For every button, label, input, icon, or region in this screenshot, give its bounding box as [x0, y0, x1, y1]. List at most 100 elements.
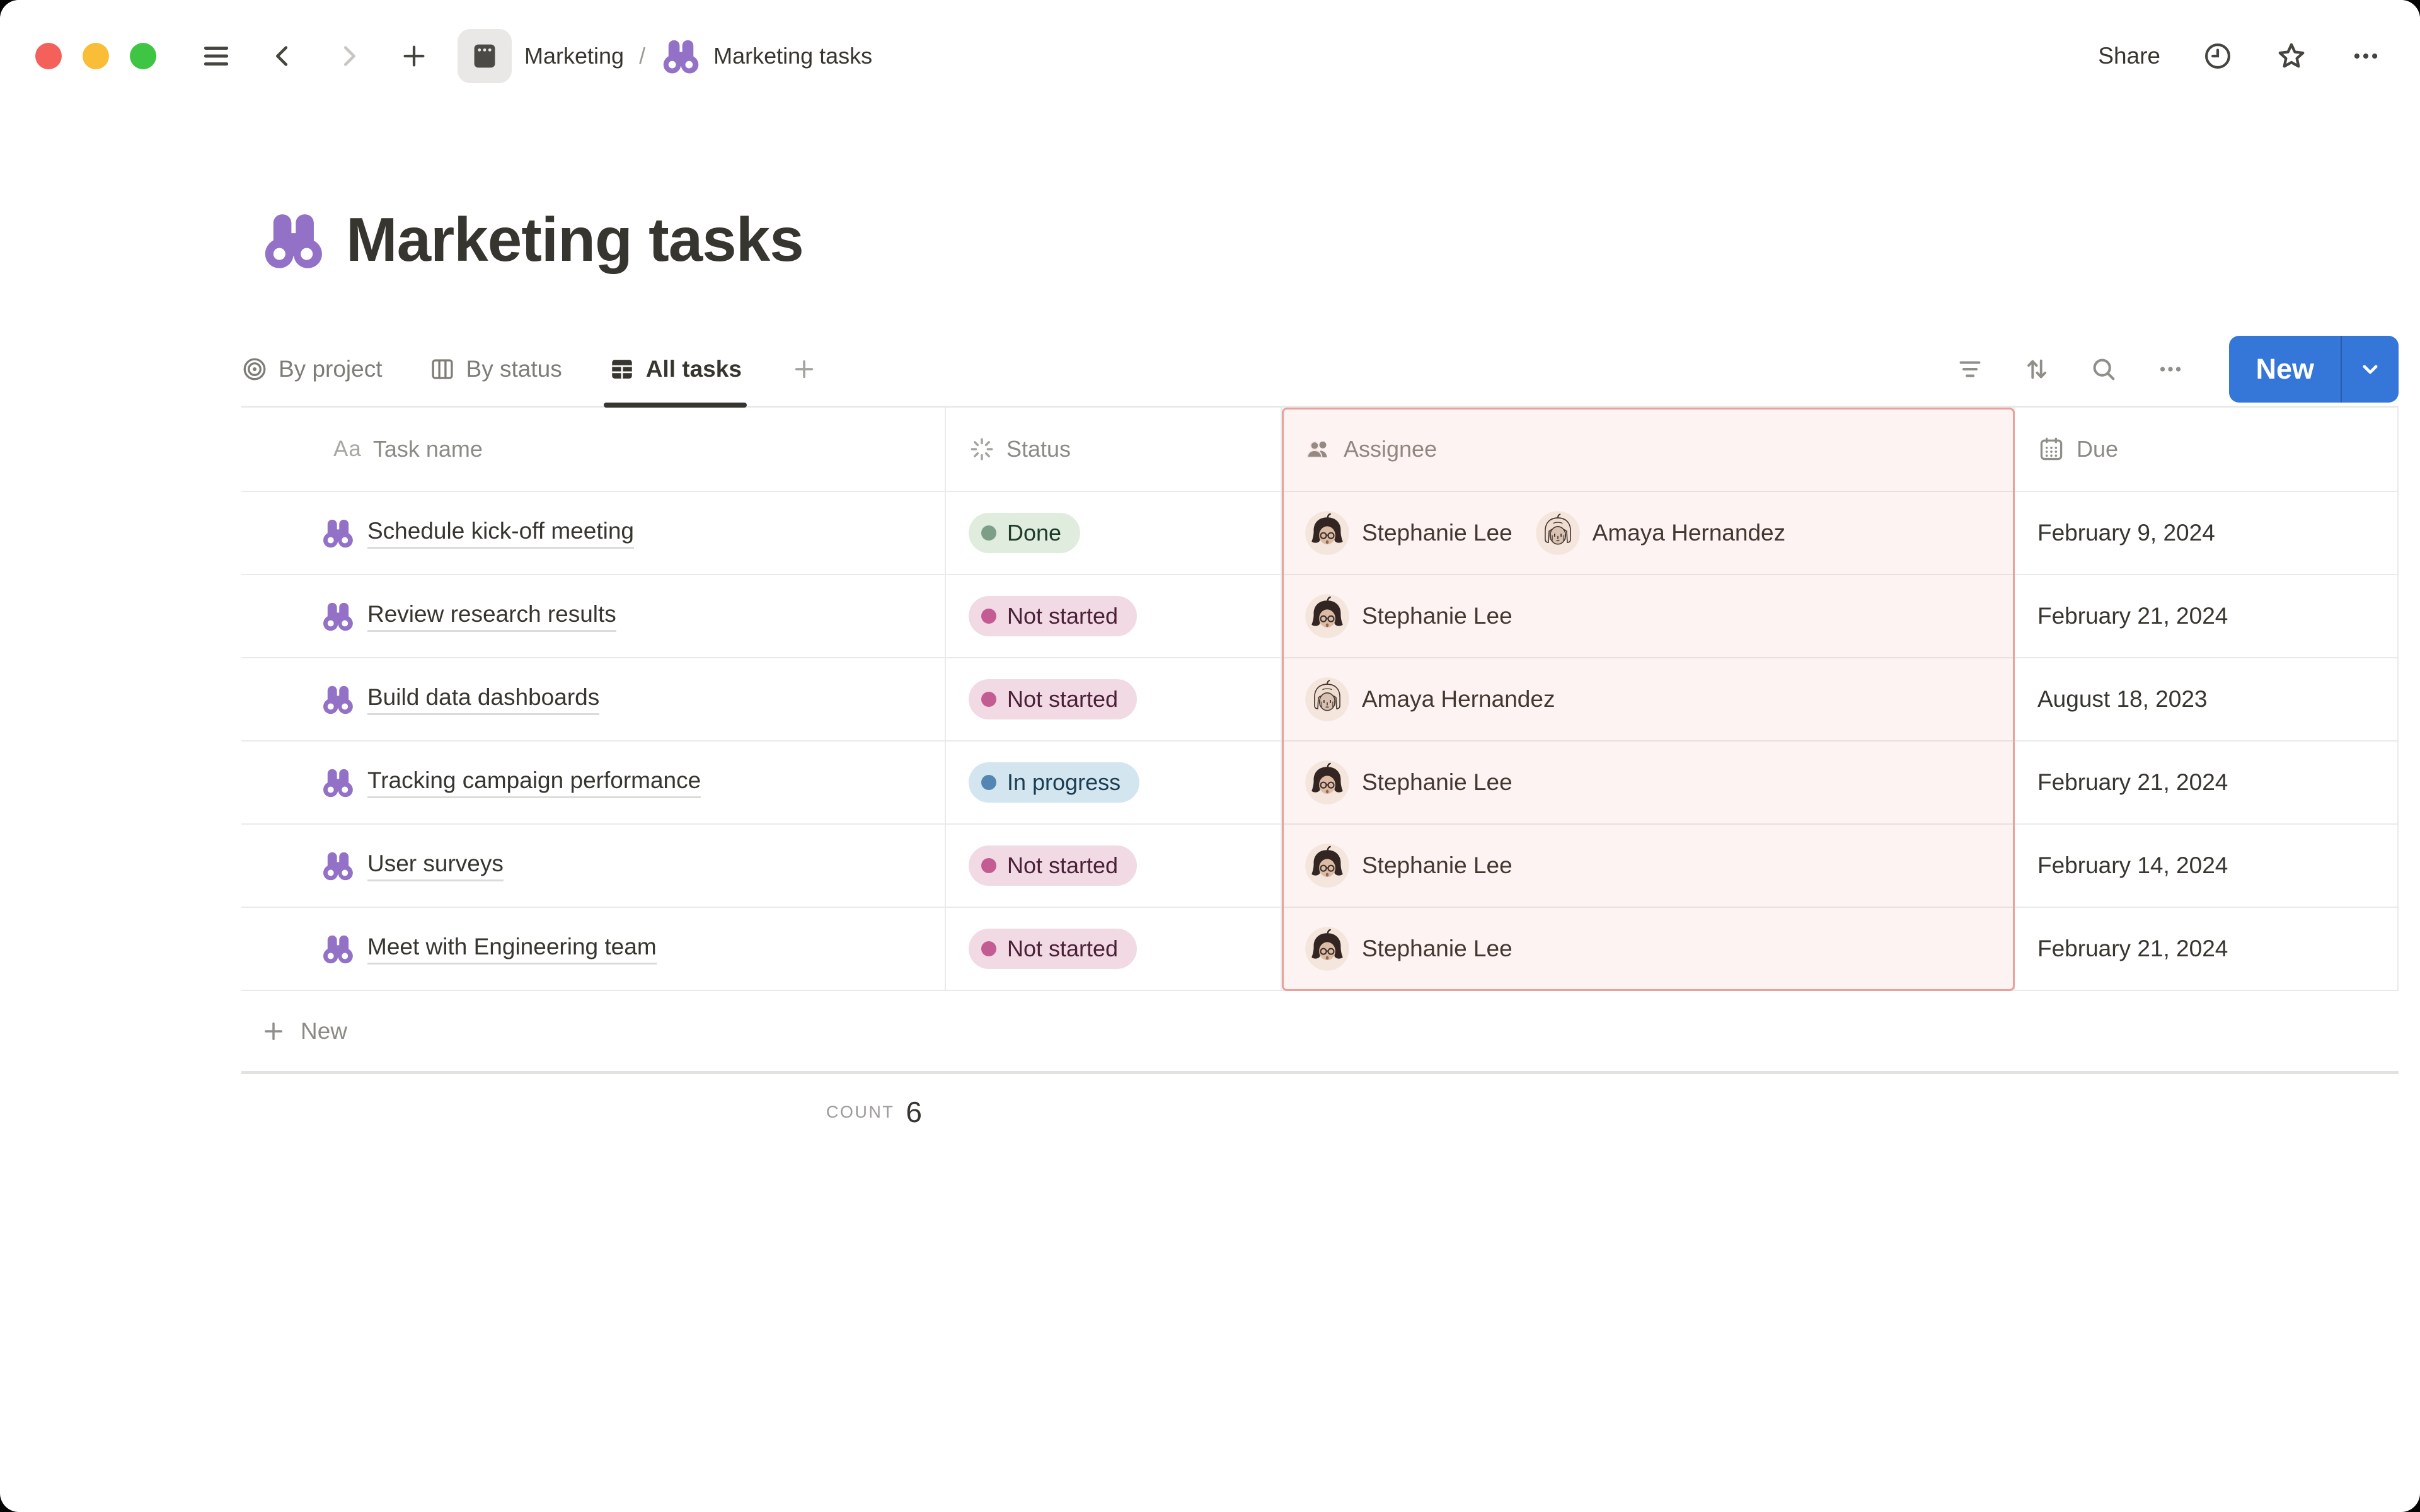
assignee-cell[interactable]: Stephanie Lee: [1282, 825, 2015, 907]
task-title[interactable]: User surveys: [367, 850, 504, 881]
search-icon[interactable]: [2089, 355, 2118, 384]
new-button-dropdown[interactable]: [2341, 336, 2399, 403]
updates-clock-icon[interactable]: [2202, 40, 2233, 72]
table-row[interactable]: Review research results Not started Step…: [241, 575, 2399, 658]
table-row[interactable]: Build data dashboards Not started Amaya …: [241, 658, 2399, 742]
column-label: Status: [1006, 436, 1071, 462]
status-badge: Not started: [969, 679, 1137, 719]
due-date-cell[interactable]: February 14, 2024: [2015, 825, 2399, 907]
table-row[interactable]: Tracking campaign performance In progres…: [241, 742, 2399, 825]
status-dot: [981, 609, 996, 624]
avatar-stephanie-lee: [1305, 510, 1350, 556]
task-name-cell[interactable]: Meet with Engineering team: [241, 908, 946, 990]
table-row[interactable]: User surveys Not started Stephanie Lee F…: [241, 825, 2399, 908]
plus-icon: [791, 356, 817, 382]
tab-label: By project: [279, 356, 383, 382]
sort-icon[interactable]: [2022, 355, 2051, 384]
due-date: August 18, 2023: [2037, 686, 2208, 713]
task-title[interactable]: Tracking campaign performance: [367, 767, 701, 798]
task-name-cell[interactable]: Build data dashboards: [241, 658, 946, 740]
task-name-cell[interactable]: Tracking campaign performance: [241, 742, 946, 823]
marketing-teamspace-icon[interactable]: [458, 29, 512, 83]
column-header-task-name[interactable]: Aa Task name: [241, 408, 946, 491]
breadcrumb: Marketing / Marketing tasks: [458, 29, 872, 83]
due-date: February 21, 2024: [2037, 769, 2228, 796]
task-title[interactable]: Review research results: [367, 601, 616, 632]
column-header-status[interactable]: Status: [946, 408, 1282, 491]
due-date-cell[interactable]: February 9, 2024: [2015, 492, 2399, 574]
breadcrumb-page[interactable]: Marketing tasks: [713, 43, 872, 69]
view-more-options-icon[interactable]: [2156, 355, 2185, 384]
nav-controls: [200, 40, 429, 72]
close-window-button[interactable]: [35, 43, 62, 69]
due-date-cell[interactable]: February 21, 2024: [2015, 575, 2399, 657]
assignee-cell[interactable]: Stephanie Lee: [1282, 742, 2015, 823]
page-title-text[interactable]: Marketing tasks: [346, 204, 804, 275]
status-badge: Not started: [969, 596, 1137, 636]
status-cell[interactable]: Not started: [946, 908, 1282, 990]
favorite-star-icon[interactable]: [2275, 40, 2308, 72]
table-row[interactable]: Meet with Engineering team Not started S…: [241, 908, 2399, 991]
due-date: February 21, 2024: [2037, 936, 2228, 962]
column-label: Due: [2077, 436, 2118, 462]
chevron-down-icon: [2358, 357, 2383, 382]
view-actions: New: [1956, 336, 2399, 403]
new-page-icon[interactable]: [400, 42, 429, 71]
new-button[interactable]: New: [2229, 336, 2341, 403]
table-icon: [609, 356, 635, 382]
count-value[interactable]: 6: [906, 1095, 922, 1129]
assignee-cell[interactable]: Stephanie Lee: [1282, 908, 2015, 990]
binoculars-icon: [321, 849, 355, 883]
tab-by-project[interactable]: By project: [241, 332, 383, 406]
task-title[interactable]: Build data dashboards: [367, 684, 599, 715]
status-cell[interactable]: Not started: [946, 658, 1282, 740]
breadcrumb-teamspace[interactable]: Marketing: [524, 43, 624, 69]
assignee-cell[interactable]: Amaya Hernandez: [1282, 658, 2015, 740]
new-row-button[interactable]: New: [241, 991, 2399, 1074]
back-icon[interactable]: [268, 42, 297, 71]
column-header-assignee[interactable]: Assignee: [1282, 408, 2015, 491]
due-date-cell[interactable]: August 18, 2023: [2015, 658, 2399, 740]
zoom-window-button[interactable]: [130, 43, 156, 69]
binoculars-icon: [321, 599, 355, 633]
task-title[interactable]: Schedule kick-off meeting: [367, 518, 634, 549]
share-button[interactable]: Share: [2098, 43, 2160, 69]
minimize-window-button[interactable]: [83, 43, 109, 69]
tab-all-tasks[interactable]: All tasks: [609, 332, 742, 406]
status-cell[interactable]: Not started: [946, 575, 1282, 657]
status-badge: Not started: [969, 929, 1137, 969]
task-name-cell[interactable]: Schedule kick-off meeting: [241, 492, 946, 574]
target-icon: [241, 356, 268, 382]
due-date-cell[interactable]: February 21, 2024: [2015, 742, 2399, 823]
assignee-name: Stephanie Lee: [1362, 936, 1512, 962]
table-header-row: Aa Task name Status Assignee Due: [241, 408, 2399, 492]
page-binoculars-icon[interactable]: [260, 207, 326, 273]
task-title[interactable]: Meet with Engineering team: [367, 934, 657, 965]
due-date-cell[interactable]: February 21, 2024: [2015, 908, 2399, 990]
task-name-cell[interactable]: User surveys: [241, 825, 946, 907]
status-dot: [981, 775, 996, 790]
more-options-icon[interactable]: [2349, 40, 2382, 72]
table-row[interactable]: Schedule kick-off meeting Done Stephanie…: [241, 492, 2399, 575]
tab-label: All tasks: [646, 356, 742, 382]
assignee-name: Amaya Hernandez: [1593, 520, 1785, 546]
add-view-button[interactable]: [791, 332, 817, 406]
status-dot: [981, 692, 996, 707]
forward-icon[interactable]: [334, 42, 363, 71]
task-name-cell[interactable]: Review research results: [241, 575, 946, 657]
view-tabs: By project By status All tasks: [241, 332, 817, 406]
tab-by-status[interactable]: By status: [429, 332, 562, 406]
assignee-chip: Stephanie Lee: [1305, 843, 1512, 888]
filter-icon[interactable]: [1956, 355, 1985, 384]
column-label: Assignee: [1344, 436, 1437, 462]
status-cell[interactable]: In progress: [946, 742, 1282, 823]
sidebar-menu-icon[interactable]: [200, 40, 232, 72]
new-row-label: New: [301, 1018, 347, 1045]
status-cell[interactable]: Done: [946, 492, 1282, 574]
assignee-cell[interactable]: Stephanie LeeAmaya Hernandez: [1282, 492, 2015, 574]
column-header-due[interactable]: Due: [2015, 408, 2399, 491]
binoculars-icon: [321, 932, 355, 966]
window-titlebar: Marketing / Marketing tasks Share: [0, 0, 2420, 112]
status-cell[interactable]: Not started: [946, 825, 1282, 907]
assignee-cell[interactable]: Stephanie Lee: [1282, 575, 2015, 657]
